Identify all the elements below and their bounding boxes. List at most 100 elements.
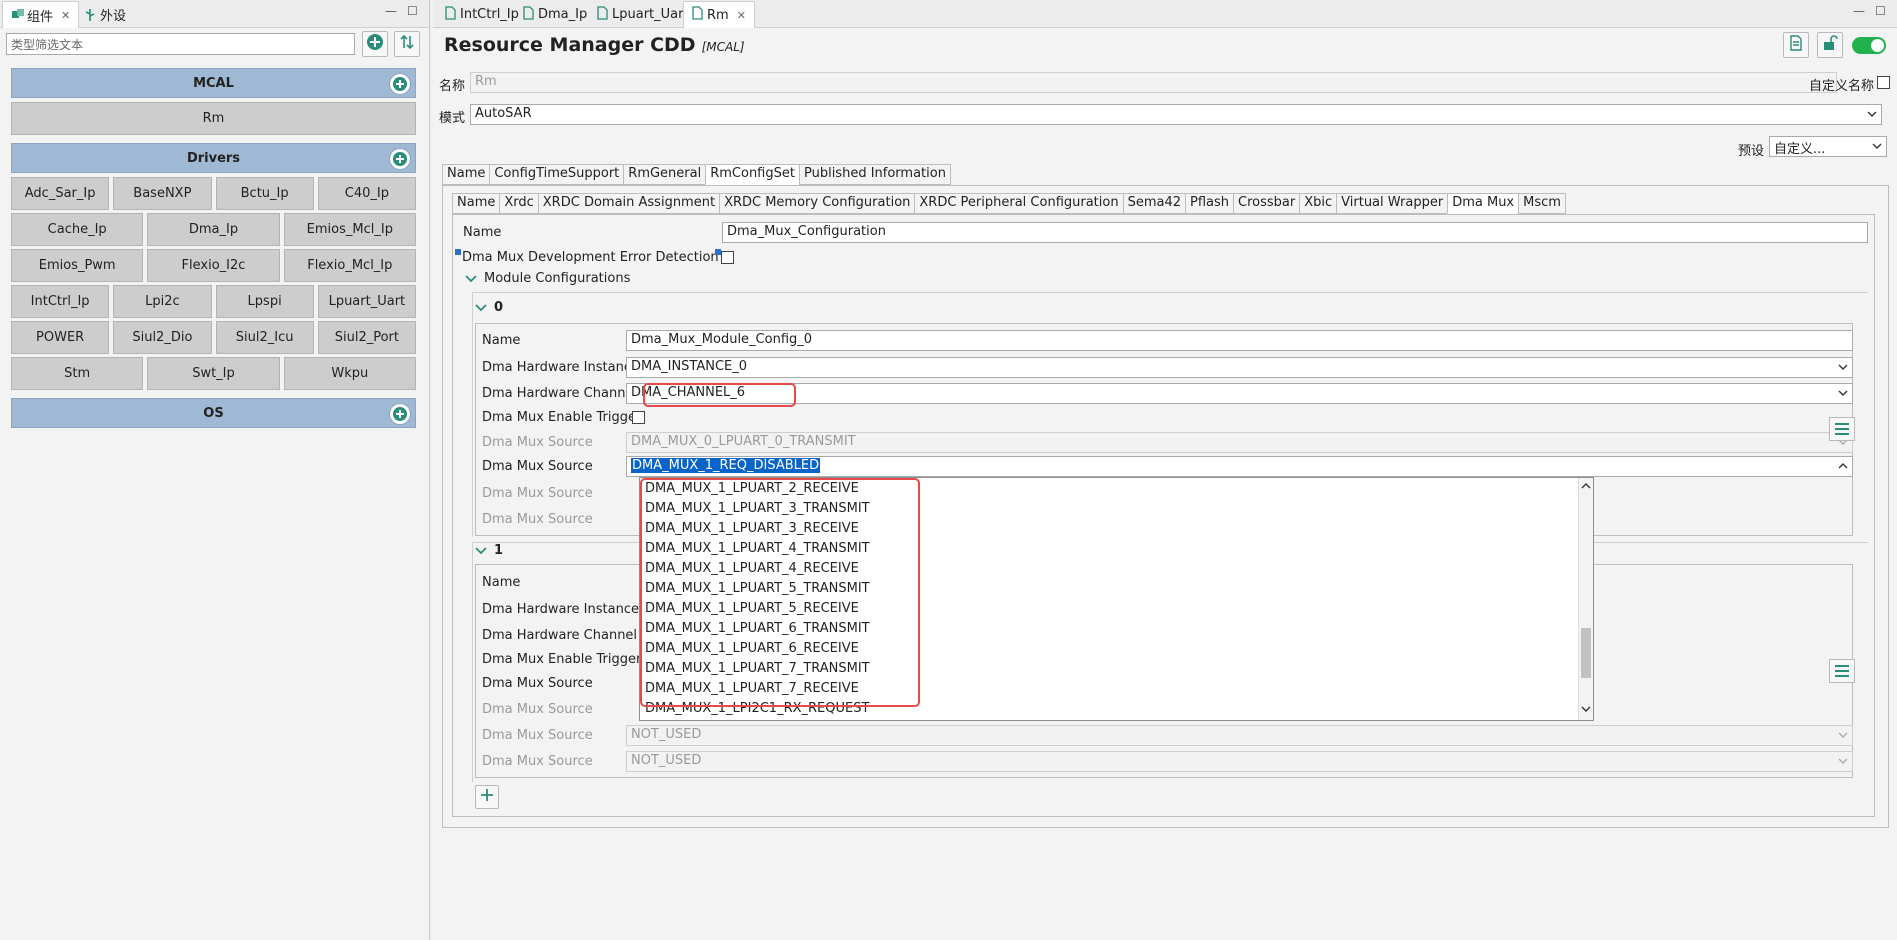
- close-icon[interactable]: ✕: [61, 9, 70, 22]
- module-cell[interactable]: Bctu_Ip: [215, 177, 314, 210]
- add-component-button[interactable]: [362, 31, 388, 57]
- module-cell[interactable]: Stm: [11, 357, 144, 390]
- config-1-menu-button[interactable]: [1829, 659, 1855, 683]
- tab-peripherals[interactable]: 外设: [76, 1, 134, 28]
- dev-error-checkbox[interactable]: [721, 251, 734, 264]
- module-label: Lpspi: [247, 294, 282, 309]
- config-select[interactable]: DMA_INSTANCE_0: [626, 357, 1853, 378]
- tab-virtual-wrapper[interactable]: Virtual Wrapper: [1336, 193, 1448, 214]
- chevron-up-icon[interactable]: [1581, 480, 1591, 495]
- module-cell[interactable]: Lpuart_Uart: [317, 285, 416, 318]
- unlock-icon: [1822, 35, 1838, 55]
- tab-xrdc-domain-assignment[interactable]: XRDC Domain Assignment: [537, 193, 720, 214]
- tab-components[interactable]: 组件 ✕: [2, 1, 80, 28]
- tab-crossbar[interactable]: Crossbar: [1233, 193, 1300, 214]
- custom-name-checkbox[interactable]: [1877, 76, 1890, 89]
- tab-pflash[interactable]: Pflash: [1185, 193, 1234, 214]
- config-select: NOT_USED: [626, 751, 1853, 772]
- config-row-label: Dma Hardware Channel: [482, 386, 638, 401]
- add-module-button[interactable]: [389, 148, 411, 170]
- chevron-down-icon[interactable]: [475, 302, 487, 314]
- group-header-mcal[interactable]: MCAL: [11, 68, 416, 98]
- module-cell[interactable]: Dma_Ip: [147, 213, 280, 246]
- tab-configtimesupport[interactable]: ConfigTimeSupport: [489, 164, 624, 185]
- config-field[interactable]: Dma_Mux_Module_Config_0: [626, 330, 1853, 351]
- scrollbar-thumb[interactable]: [1581, 628, 1591, 678]
- group-header-drivers[interactable]: Drivers: [11, 143, 416, 173]
- tab-rmconfigset[interactable]: RmConfigSet: [705, 164, 799, 185]
- document-button[interactable]: [1783, 32, 1809, 58]
- tab-rmgeneral[interactable]: RmGeneral: [623, 164, 706, 185]
- filter-input[interactable]: 类型筛选文本: [6, 33, 355, 55]
- module-cell[interactable]: Emios_Mcl_Ip: [283, 213, 416, 246]
- editor-tab-intctrl[interactable]: IntCtrl_Ip: [437, 1, 527, 28]
- tab-mscm[interactable]: Mscm: [1518, 193, 1566, 214]
- module-cell[interactable]: Wkpu: [283, 357, 416, 390]
- module-cell[interactable]: Cache_Ip: [11, 213, 144, 246]
- chevron-up-icon: [1838, 460, 1848, 472]
- module-cell[interactable]: Lpspi: [215, 285, 314, 318]
- file-icon: [523, 5, 534, 24]
- module-cell[interactable]: C40_Ip: [317, 177, 416, 210]
- minimize-icon[interactable]: —: [385, 4, 397, 18]
- module-label: C40_Ip: [344, 186, 389, 201]
- chevron-down-icon: [1838, 387, 1848, 399]
- module-cell[interactable]: Adc_Sar_Ip: [11, 177, 110, 210]
- tab-name[interactable]: Name: [442, 164, 490, 185]
- module-cell[interactable]: Flexio_Mcl_Ip: [283, 249, 416, 282]
- tab-published-information[interactable]: Published Information: [798, 164, 951, 185]
- module-rm[interactable]: Rm: [11, 102, 416, 135]
- sort-button[interactable]: [394, 31, 420, 57]
- tab-sema42[interactable]: Sema42: [1122, 193, 1186, 214]
- module-label: Bctu_Ip: [240, 186, 289, 201]
- tab-dma-mux[interactable]: Dma Mux: [1447, 193, 1519, 214]
- add-config-button[interactable]: [475, 785, 499, 809]
- module-cell[interactable]: BaseNXP: [113, 177, 212, 210]
- close-icon[interactable]: ✕: [737, 9, 746, 22]
- enable-trigger-checkbox[interactable]: [632, 411, 645, 424]
- tab-name[interactable]: Name: [452, 193, 500, 214]
- module-label: Flexio_I2c: [181, 258, 246, 273]
- preset-label: 预设: [1738, 144, 1765, 159]
- module-cell[interactable]: Siul2_Dio: [113, 321, 212, 354]
- dma-mux-name-field[interactable]: Dma_Mux_Configuration: [722, 222, 1868, 243]
- tab-xrdc-memory-configuration[interactable]: XRDC Memory Configuration: [719, 193, 915, 214]
- outer-tabbar: Name ConfigTimeSupport RmGeneral RmConfigSe…: [442, 164, 951, 185]
- tab-xrdc-peripheral-configuration[interactable]: XRDC Peripheral Configuration: [914, 193, 1123, 214]
- document-icon: [1789, 35, 1803, 55]
- preset-select[interactable]: 自定义...: [1769, 136, 1887, 157]
- mode-select[interactable]: AutoSAR: [470, 104, 1882, 125]
- editor-tab-rm[interactable]: Rm ✕: [683, 1, 755, 28]
- enable-toggle[interactable]: [1852, 37, 1886, 54]
- info-marker-icon: [455, 249, 461, 255]
- config-select[interactable]: DMA_CHANNEL_6: [626, 383, 1853, 404]
- tab-xbic[interactable]: Xbic: [1299, 193, 1337, 214]
- module-cell[interactable]: Emios_Pwm: [11, 249, 144, 282]
- config-0-menu-button[interactable]: [1829, 417, 1855, 441]
- maximize-icon[interactable]: ☐: [407, 4, 418, 18]
- chevron-down-icon[interactable]: [465, 273, 477, 285]
- chevron-down-icon[interactable]: [475, 545, 487, 557]
- module-cell[interactable]: Lpi2c: [113, 285, 212, 318]
- editor-tab-dma[interactable]: Dma_Ip: [515, 1, 595, 28]
- tab-xrdc[interactable]: Xrdc: [499, 193, 538, 214]
- module-cell[interactable]: Siul2_Port: [317, 321, 416, 354]
- config-select[interactable]: DMA_MUX_1_REQ_DISABLED: [626, 456, 1853, 477]
- module-cell[interactable]: Swt_Ip: [147, 357, 280, 390]
- module-cell[interactable]: Siul2_Icu: [215, 321, 314, 354]
- lock-button[interactable]: [1817, 32, 1843, 58]
- add-module-button[interactable]: [389, 403, 411, 425]
- add-module-button[interactable]: [389, 73, 411, 95]
- chevron-down-icon[interactable]: [1581, 703, 1591, 718]
- minimize-icon[interactable]: —: [1853, 4, 1865, 18]
- module-cell[interactable]: IntCtrl_Ip: [11, 285, 110, 318]
- editor-tab-lpuart[interactable]: Lpuart_Uart: [589, 1, 697, 28]
- dropdown-scrollbar[interactable]: [1578, 478, 1593, 720]
- module-cell[interactable]: Flexio_I2c: [147, 249, 280, 282]
- name-field[interactable]: Rm: [470, 72, 1837, 93]
- chevron-down-icon: [1867, 108, 1877, 120]
- group-header-os[interactable]: OS: [11, 398, 416, 428]
- module-cell[interactable]: POWER: [11, 321, 110, 354]
- config-row-label: Dma Mux Source: [482, 459, 593, 474]
- maximize-icon[interactable]: ☐: [1875, 4, 1886, 18]
